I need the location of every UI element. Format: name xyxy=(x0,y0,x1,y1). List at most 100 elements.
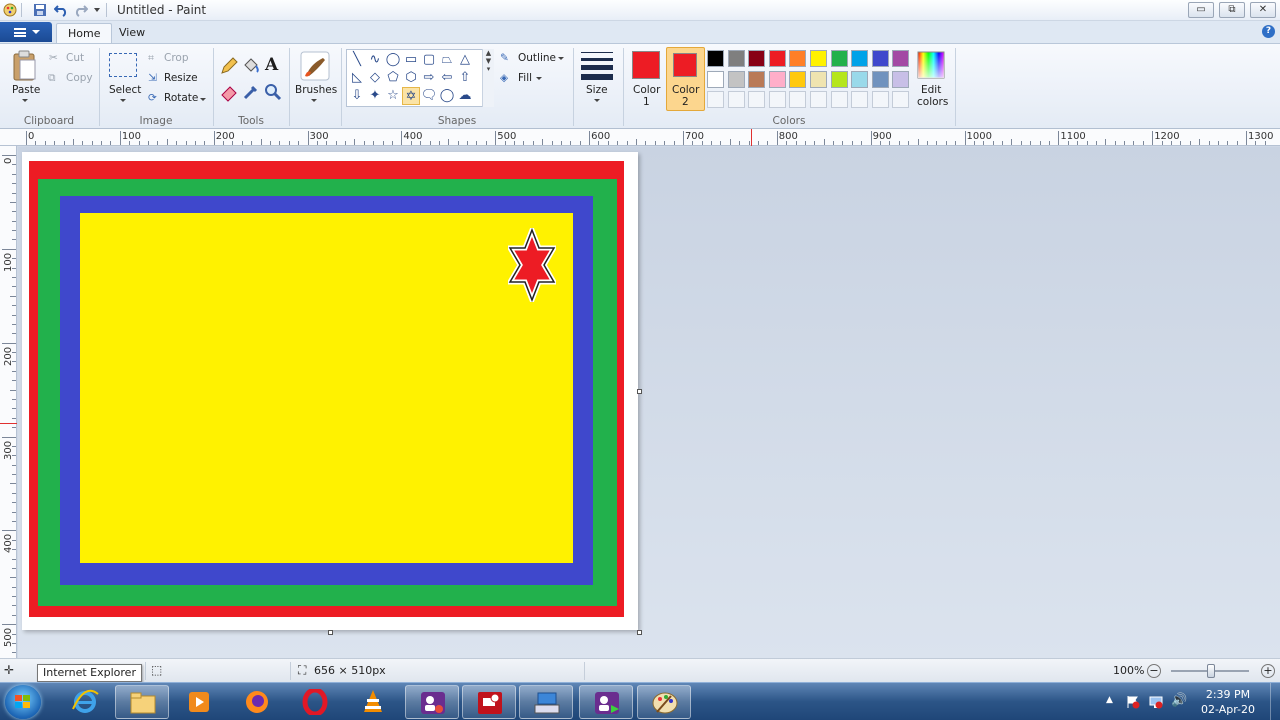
triangle-shape-icon[interactable]: △ xyxy=(456,51,474,69)
hexagon-shape-icon[interactable]: ⬡ xyxy=(402,69,420,87)
select-dropdown-icon[interactable] xyxy=(120,99,126,102)
palette-swatch[interactable] xyxy=(830,70,848,88)
palette-swatch[interactable] xyxy=(768,50,786,67)
paste-dropdown-icon[interactable] xyxy=(22,99,28,102)
drawing-canvas[interactable] xyxy=(22,152,638,630)
palette-swatch[interactable] xyxy=(707,70,724,88)
select-icon[interactable] xyxy=(109,53,137,77)
curve-shape-icon[interactable]: ∿ xyxy=(366,51,384,69)
palette-swatch[interactable] xyxy=(851,50,869,67)
brushes-dropdown-icon[interactable] xyxy=(311,99,317,102)
palette-swatch[interactable] xyxy=(748,70,766,88)
down-arrow-shape-icon[interactable]: ⇩ xyxy=(348,87,366,105)
oval-callout-shape-icon[interactable]: ◯ xyxy=(438,87,456,105)
palette-swatch[interactable] xyxy=(892,70,910,88)
five-point-star-shape-icon[interactable]: ☆ xyxy=(384,87,402,105)
palette-empty-swatch[interactable] xyxy=(707,91,724,108)
diamond-shape-icon[interactable]: ◇ xyxy=(366,69,384,87)
four-point-star-shape-icon[interactable]: ✦ xyxy=(366,87,384,105)
palette-swatch[interactable] xyxy=(768,70,786,88)
cloud-callout-shape-icon[interactable]: ☁ xyxy=(456,87,474,105)
palette-empty-swatch[interactable] xyxy=(830,91,848,108)
show-desktop-button[interactable] xyxy=(1270,683,1280,720)
fill-button[interactable]: Fill xyxy=(518,72,532,84)
palette-swatch[interactable] xyxy=(727,70,745,88)
palette-swatch[interactable] xyxy=(892,50,910,67)
palette-empty-swatch[interactable] xyxy=(871,91,889,108)
system-clock[interactable]: 2:39 PM 02-Apr-20 xyxy=(1193,687,1263,717)
select-button[interactable]: Select xyxy=(109,84,141,96)
eraser-icon[interactable] xyxy=(219,82,239,102)
text-tool-icon[interactable]: A xyxy=(265,55,278,75)
taskbar-internet-explorer[interactable] xyxy=(58,685,112,719)
close-button[interactable]: ✕ xyxy=(1250,2,1276,18)
palette-swatch[interactable] xyxy=(830,50,848,67)
color2-swatch[interactable] xyxy=(673,53,697,77)
paste-button[interactable]: Paste xyxy=(12,84,40,96)
palette-swatch[interactable] xyxy=(789,70,807,88)
copy-button[interactable]: Copy xyxy=(66,72,93,84)
edit-colors-icon[interactable] xyxy=(917,51,945,79)
resize-button[interactable]: Resize xyxy=(164,72,198,84)
fill-dropdown-icon[interactable] xyxy=(536,77,542,80)
up-arrow-shape-icon[interactable]: ⇧ xyxy=(456,69,474,87)
resize-handle-corner[interactable] xyxy=(637,630,642,635)
rounded-rectangle-shape-icon[interactable]: ▢ xyxy=(420,51,438,69)
size-button[interactable]: Size xyxy=(586,84,608,96)
palette-swatch[interactable] xyxy=(789,50,807,67)
redo-icon[interactable] xyxy=(74,3,88,17)
palette-swatch[interactable] xyxy=(748,50,766,67)
zoom-out-button[interactable]: − xyxy=(1147,664,1161,678)
taskbar-vlc[interactable] xyxy=(346,685,400,719)
palette-swatch[interactable] xyxy=(871,70,889,88)
paste-icon[interactable] xyxy=(12,50,38,82)
cut-button[interactable]: Cut xyxy=(66,52,84,64)
minimize-button[interactable]: ▭ xyxy=(1188,2,1214,18)
rectangle-shape-icon[interactable]: ▭ xyxy=(402,51,420,69)
maximize-button[interactable]: ⧉ xyxy=(1219,2,1245,18)
show-hidden-icons-button[interactable]: ▲ xyxy=(1106,695,1113,705)
oval-shape-icon[interactable]: ◯ xyxy=(384,51,402,69)
palette-empty-swatch[interactable] xyxy=(748,91,766,108)
fill-bucket-icon[interactable] xyxy=(241,56,261,76)
magnifier-icon[interactable] xyxy=(263,82,283,102)
palette-empty-swatch[interactable] xyxy=(789,91,807,108)
polygon-shape-icon[interactable]: ⏢ xyxy=(438,51,456,69)
palette-swatch[interactable] xyxy=(851,70,869,88)
zoom-slider-thumb[interactable] xyxy=(1207,664,1215,678)
palette-empty-swatch[interactable] xyxy=(851,91,869,108)
palette-swatch[interactable] xyxy=(871,50,889,67)
palette-swatch[interactable] xyxy=(707,50,724,67)
color1-swatch[interactable] xyxy=(632,51,660,79)
palette-swatch[interactable] xyxy=(727,50,745,67)
palette-empty-swatch[interactable] xyxy=(810,91,827,108)
taskbar-opera[interactable] xyxy=(288,685,342,719)
edit-colors-label[interactable]: Edit xyxy=(921,84,941,96)
taskbar-media-player[interactable] xyxy=(172,685,226,719)
resize-handle-right[interactable] xyxy=(637,389,642,394)
resize-handle-bottom[interactable] xyxy=(328,630,333,635)
taskbar-onscreen-keyboard[interactable] xyxy=(519,685,573,719)
palette-swatch[interactable] xyxy=(810,70,827,88)
network-icon[interactable] xyxy=(1149,695,1163,709)
taskbar-file-explorer[interactable] xyxy=(115,685,169,719)
tab-view[interactable]: View xyxy=(108,23,156,43)
taskbar-paint[interactable] xyxy=(637,685,691,719)
taskbar-teams-meeting[interactable] xyxy=(405,685,459,719)
palette-empty-swatch[interactable] xyxy=(727,91,745,108)
palette-empty-swatch[interactable] xyxy=(768,91,786,108)
taskbar-remote-app[interactable] xyxy=(462,685,516,719)
paint-menu-button[interactable] xyxy=(0,22,52,42)
right-arrow-shape-icon[interactable]: ⇨ xyxy=(420,69,438,87)
rotate-dropdown-icon[interactable] xyxy=(200,98,206,101)
brushes-icon[interactable] xyxy=(299,50,331,82)
palette-empty-swatch[interactable] xyxy=(892,91,910,108)
start-button[interactable] xyxy=(5,685,41,719)
size-dropdown-icon[interactable] xyxy=(594,99,600,102)
pencil-icon[interactable] xyxy=(219,56,239,76)
pentagon-shape-icon[interactable]: ⬠ xyxy=(384,69,402,87)
taskbar-teams-video[interactable] xyxy=(579,685,633,719)
right-triangle-shape-icon[interactable]: ◺ xyxy=(348,69,366,87)
outline-dropdown-icon[interactable] xyxy=(558,57,564,60)
edit-colors-label-2[interactable]: colors xyxy=(917,96,948,108)
